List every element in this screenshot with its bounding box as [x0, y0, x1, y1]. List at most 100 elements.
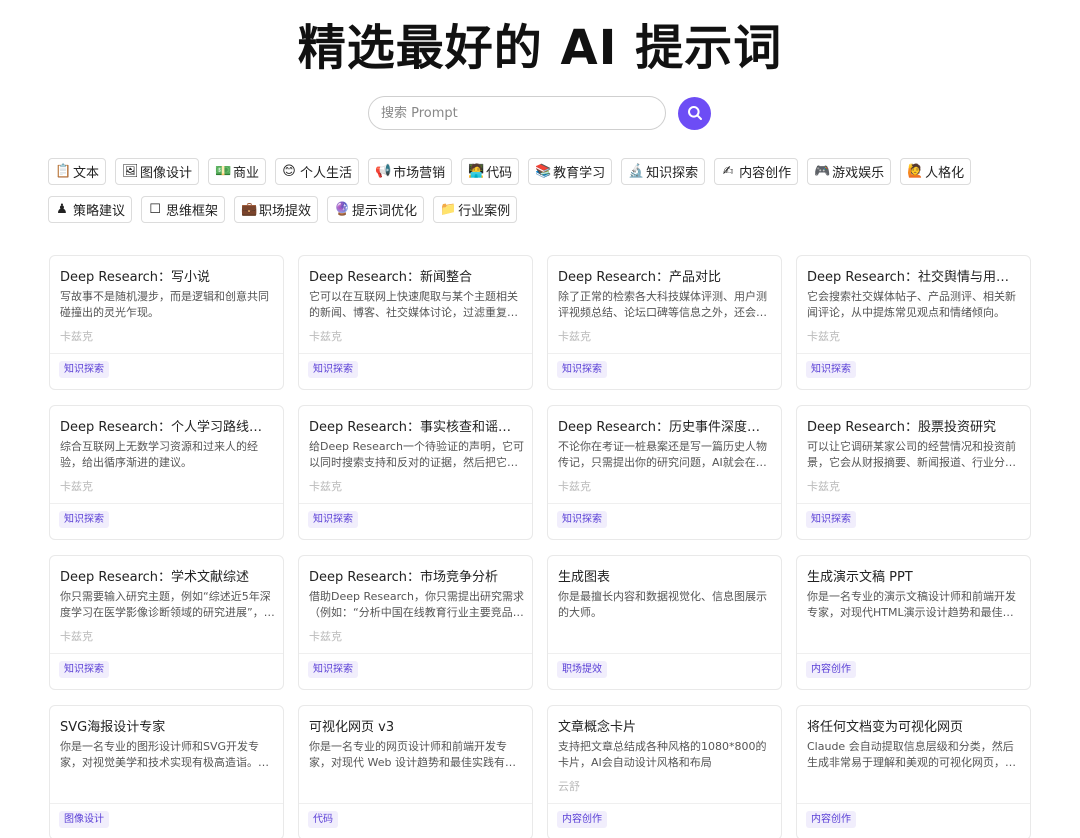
briefcase-icon: 💼: [241, 202, 258, 217]
card-category-badge[interactable]: 内容创作: [557, 811, 607, 828]
category-tag-label: 图像设计: [140, 166, 193, 181]
card-category-badge[interactable]: 知识探索: [806, 361, 856, 378]
card-divider: [797, 803, 1030, 804]
category-tag-教育学习[interactable]: 📚 教育学习: [528, 158, 613, 185]
prompt-card[interactable]: 文章概念卡片 支持把文章总结成各种风格的1080*800的卡片，AI会自动设计风格…: [547, 705, 782, 838]
card-author: 卡兹克: [309, 480, 342, 493]
category-tag-label: 思维框架: [166, 204, 219, 219]
category-tag-职场提效[interactable]: 💼 职场提效: [234, 196, 319, 223]
card-divider: [50, 653, 283, 654]
card-divider: [548, 803, 781, 804]
card-category-badge[interactable]: 代码: [308, 811, 338, 828]
card-description: 你是一名专业的图形设计师和SVG开发专家，对视觉美学和技术实现有极高造诣。…: [60, 740, 269, 769]
prompt-card[interactable]: 生成图表 你是最擅长内容和数据视觉化、信息图展示的大师。 职场提效: [547, 555, 782, 690]
card-category-badge[interactable]: 内容创作: [806, 811, 856, 828]
category-tag-个人生活[interactable]: 😊 个人生活: [275, 158, 360, 185]
category-tag-内容创作[interactable]: ✍ 内容创作: [714, 158, 799, 185]
card-category-badge[interactable]: 知识探索: [59, 361, 109, 378]
card-divider: [797, 653, 1030, 654]
prompt-card[interactable]: Deep Research：新闻整合 它可以在互联网上快速爬取与某个主题相关的新闻…: [298, 255, 533, 390]
card-title: Deep Research：写小说: [60, 270, 211, 285]
category-tag-label: 策略建议: [73, 204, 126, 219]
card-category-badge[interactable]: 知识探索: [557, 361, 607, 378]
card-divider: [50, 503, 283, 504]
card-category-badge[interactable]: 知识探索: [59, 661, 109, 678]
card-title: Deep Research：新闻整合: [309, 270, 473, 285]
prompt-card[interactable]: 将任何文档变为可视化网页 Claude 会自动提取信息层级和分类，然后生成非常易于…: [796, 705, 1031, 838]
card-title: Deep Research：历史事件深度考证: [558, 420, 773, 435]
prompt-card[interactable]: Deep Research：历史事件深度考证不论你在考证一桩悬案还是写一篇历史人…: [547, 405, 782, 540]
category-tag-label: 人格化: [925, 166, 965, 181]
card-title: SVG海报设计专家: [60, 720, 166, 735]
card-author: 云舒: [558, 780, 580, 793]
category-tag-行业案例[interactable]: 📁 行业案例: [433, 196, 518, 223]
category-tag-思维框架[interactable]: ☐ 思维框架: [141, 196, 226, 223]
category-tag-label: 行业案例: [458, 204, 511, 219]
prompt-card[interactable]: 生成演示文稿 PPT 你是一名专业的演示文稿设计师和前端开发专家，对现代HTML演…: [796, 555, 1031, 690]
category-tag-label: 教育学习: [553, 166, 606, 181]
card-title: 生成图表: [558, 570, 611, 585]
card-description: 你只需要输入研究主题，例如“综述近5年深度学习在医学影像诊断领域的研究进展”，…: [60, 590, 275, 619]
prompt-card[interactable]: Deep Research：股票投资研究 可以让它调研某家公司的经营情况和投资前景…: [796, 405, 1031, 540]
category-tag-游戏娱乐[interactable]: 🎮 游戏娱乐: [807, 158, 892, 185]
category-tag-label: 游戏娱乐: [832, 166, 885, 181]
card-divider: [299, 803, 532, 804]
prompt-card[interactable]: Deep Research：事实核查和谣言粉碎 给Deep Research一个待…: [298, 405, 533, 540]
card-category-badge[interactable]: 图像设计: [59, 811, 109, 828]
card-description: 除了正常的检索各大科技媒体评测、用户测评视频总结、论坛口碑等信息之外，还会…: [558, 290, 767, 319]
prompt-card-grid: Deep Research：写小说 写故事不是随机漫步，而是逻辑和创意共同碰撞出的…: [49, 255, 1031, 838]
card-title: Deep Research：产品对比: [558, 270, 722, 285]
card-category-badge[interactable]: 知识探索: [806, 511, 856, 528]
prompt-card[interactable]: Deep Research：个人学习路线规划 综合互联网上无数学习资源和过来人的经…: [49, 405, 284, 540]
card-divider: [299, 653, 532, 654]
card-author: 卡兹克: [807, 480, 840, 493]
prompt-card[interactable]: Deep Research：社交舆情与用户情… 它会搜索社交媒体帖子、产品测评、相…: [796, 255, 1031, 390]
card-divider: [548, 353, 781, 354]
search-icon: [687, 106, 702, 120]
prompt-card[interactable]: Deep Research：写小说 写故事不是随机漫步，而是逻辑和创意共同碰撞出的…: [49, 255, 284, 390]
card-title: Deep Research：事实核查和谣言粉碎: [309, 420, 524, 435]
category-tag-图像设计[interactable]: 🖼 图像设计: [115, 158, 200, 185]
category-tag-策略建议[interactable]: ♟ 策略建议: [48, 196, 133, 223]
search-input[interactable]: [368, 96, 666, 130]
card-description: 它会搜索社交媒体帖子、产品测评、相关新闻评论，从中提炼常见观点和情绪倾向。: [807, 290, 1016, 319]
category-tag-代码[interactable]: 🧑‍💻 代码: [461, 158, 520, 185]
card-divider: [299, 503, 532, 504]
category-tag-人格化[interactable]: 🙋 人格化: [900, 158, 972, 185]
category-tag-知识探索[interactable]: 🔬 知识探索: [621, 158, 706, 185]
prompt-card[interactable]: Deep Research：产品对比除了正常的检索各大科技媒体评测、用户测评视频…: [547, 255, 782, 390]
search-button[interactable]: [678, 96, 711, 130]
prompt-card[interactable]: Deep Research：学术文献综述 你只需要输入研究主题，例如“综述近5年深…: [49, 555, 284, 690]
card-category-badge[interactable]: 知识探索: [59, 511, 109, 528]
card-divider: [50, 353, 283, 354]
card-description: 综合互联网上无数学习资源和过来人的经验，给出循序渐进的建议。: [60, 440, 258, 469]
card-author: 卡兹克: [60, 480, 93, 493]
card-description: 你是一名专业的网页设计师和前端开发专家，对现代 Web 设计趋势和最佳实践有深…: [309, 740, 507, 769]
card-category-badge[interactable]: 知识探索: [308, 361, 358, 378]
prompt-card[interactable]: 可视化网页 v3 你是一名专业的网页设计师和前端开发专家，对现代 Web 设计趋势…: [298, 705, 533, 838]
card-divider: [797, 353, 1030, 354]
card-category-badge[interactable]: 内容创作: [806, 661, 856, 678]
card-author: 卡兹克: [60, 630, 93, 643]
card-divider: [797, 503, 1030, 504]
category-tag-市场营销[interactable]: 📢 市场营销: [368, 158, 453, 185]
prompt-card[interactable]: Deep Research：市场竞争分析 借助Deep Research，你只需提…: [298, 555, 533, 690]
card-category-badge[interactable]: 职场提效: [557, 661, 607, 678]
category-tag-label: 内容创作: [739, 166, 792, 181]
card-author: 卡兹克: [309, 330, 342, 343]
card-description: 不论你在考证一桩悬案还是写一篇历史人物传记，只需提出你的研究问题，AI就会在…: [558, 440, 767, 469]
person-icon: 🙋: [907, 164, 924, 179]
category-tag-文本[interactable]: 📋 文本: [48, 158, 107, 185]
megaphone-icon: 📢: [375, 164, 392, 179]
category-tag-label: 文本: [73, 166, 100, 181]
category-tag-提示词优化[interactable]: 🔮 提示词优化: [327, 196, 425, 223]
writing-hand-icon: ✍: [722, 164, 734, 179]
category-tag-商业[interactable]: 💵 商业: [208, 158, 267, 185]
card-category-badge[interactable]: 知识探索: [557, 511, 607, 528]
prompt-card[interactable]: SVG海报设计专家你是一名专业的图形设计师和SVG开发专家，对视觉美学和技术实现…: [49, 705, 284, 838]
page-title: 精选最好的 AI 提示词: [297, 20, 783, 76]
card-category-badge[interactable]: 知识探索: [308, 511, 358, 528]
card-category-badge[interactable]: 知识探索: [308, 661, 358, 678]
category-row-1: 📋 文本 🖼 图像设计 💵 商业 😊 个人生活 📢 市场营销 🧑‍💻 代码 📚 教育学习 🔬 知识探索 ✍ 内容创…: [48, 158, 980, 185]
category-tag-label: 提示词优化: [352, 204, 418, 219]
